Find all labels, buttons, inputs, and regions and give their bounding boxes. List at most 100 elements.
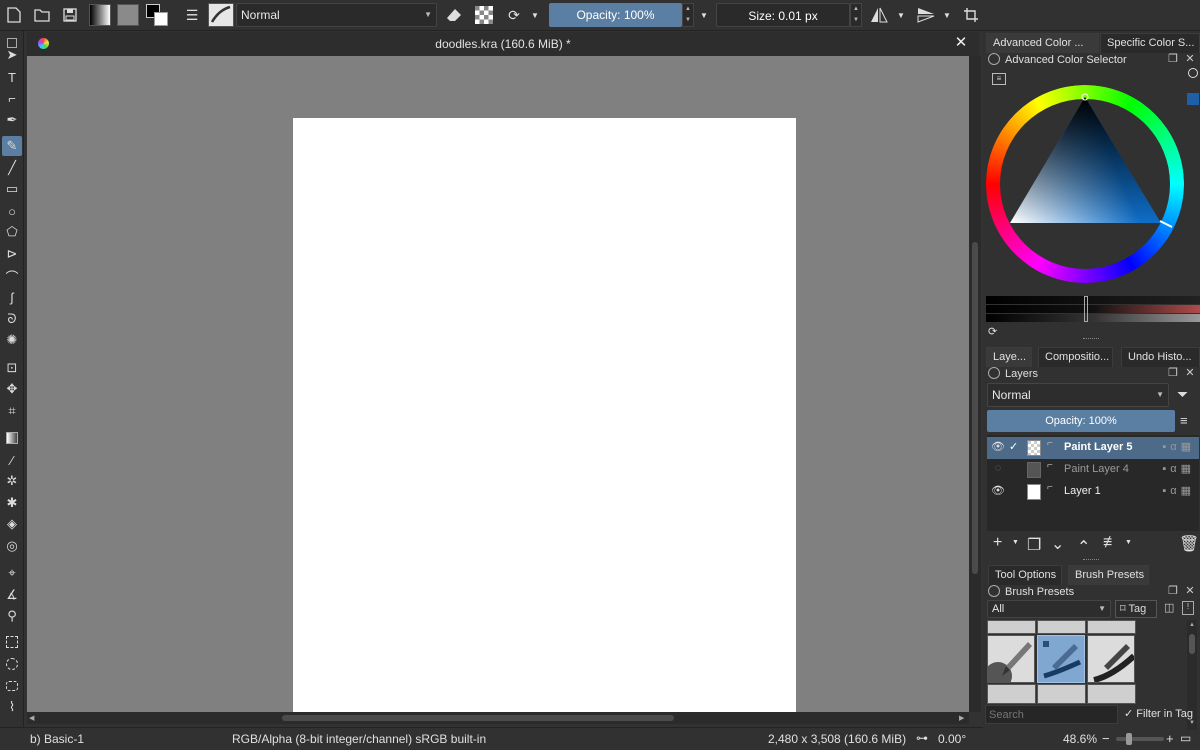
zoom-out-icon[interactable]: − [1102, 731, 1110, 746]
mirror-horizontal-icon[interactable] [868, 4, 890, 26]
rectangular-select-icon[interactable] [2, 632, 22, 652]
delete-layer-icon[interactable]: 🗑 [1179, 534, 1199, 554]
wrap-around-icon[interactable] [960, 4, 982, 26]
freehand-select-icon[interactable]: ⌇ [2, 697, 22, 717]
brush-search-input[interactable] [985, 705, 1118, 724]
layer-blend-mode-select[interactable]: Normal ▼ [987, 383, 1169, 407]
freehand-path-icon[interactable]: ʃ [2, 287, 22, 307]
multibrush-icon[interactable]: ✺ [2, 330, 22, 350]
color-picker-icon[interactable]: ⁄ [2, 450, 22, 470]
lock-icon[interactable] [988, 53, 1000, 65]
tab-specific-color[interactable]: Specific Color S... [1100, 33, 1200, 53]
crop-tool-icon[interactable]: ⌗ [2, 401, 22, 421]
preset-view-options-icon[interactable]: ◫ [1164, 601, 1174, 614]
rotation-icon[interactable]: ⊶ [912, 731, 932, 745]
horizontal-scrollbar[interactable]: ◀ ▶ [27, 712, 969, 724]
colorize-mask-icon[interactable]: ✱ [2, 493, 22, 513]
brush-preset-item[interactable] [1087, 635, 1135, 683]
vertical-scrollbar[interactable] [969, 56, 981, 712]
chevron-down-icon[interactable]: ▼ [1125, 539, 1132, 546]
scroll-left-icon[interactable]: ◀ [29, 714, 34, 722]
chevron-down-icon[interactable]: ▼ [529, 4, 541, 26]
float-panel-icon[interactable]: ❐ [1167, 585, 1179, 597]
status-brush-preset[interactable]: b) Basic-1 [30, 732, 84, 746]
polyline-tool-icon[interactable]: ⊳ [2, 244, 22, 264]
move-layer-up-icon[interactable]: ⌃ [1077, 537, 1090, 557]
preserve-alpha-icon[interactable] [475, 6, 493, 24]
reference-tool-icon[interactable]: ∡ [2, 585, 22, 605]
layer-properties-icons[interactable]: ▪α▦ [1162, 484, 1195, 497]
mirror-vertical-icon[interactable] [915, 4, 937, 26]
status-rotation[interactable]: 0.00° [938, 732, 966, 746]
chevron-down-icon[interactable]: ▼ [895, 4, 907, 26]
blend-mode-select[interactable]: Normal ▼ [236, 3, 437, 27]
color-settings-icon[interactable]: ≡ [992, 73, 1006, 85]
dynamic-brush-icon[interactable]: ᘐ [2, 309, 22, 329]
assistant-tool-icon[interactable]: ◎ [2, 536, 22, 556]
layer-name[interactable]: Paint Layer 5 [1064, 441, 1132, 453]
scrollbar-thumb[interactable] [972, 242, 978, 574]
zoom-in-icon[interactable]: + [1166, 731, 1174, 746]
eraser-icon[interactable] [443, 4, 465, 26]
visibility-eye-icon[interactable]: 👁 [990, 484, 1006, 500]
reload-preset-icon[interactable]: ⟳ [503, 4, 525, 26]
close-panel-icon[interactable]: ✕ [1184, 53, 1196, 65]
scroll-up-icon[interactable]: ▲ [1189, 622, 1195, 628]
float-panel-icon[interactable]: ❐ [1167, 367, 1179, 379]
size-spin-buttons[interactable]: ▲ ▼ [850, 3, 862, 27]
brush-filter-select[interactable]: All ▼ [987, 600, 1111, 618]
brush-preset-item[interactable] [1037, 620, 1086, 634]
close-panel-icon[interactable]: ✕ [1184, 367, 1196, 379]
canvas-area[interactable] [27, 56, 969, 712]
tag-button[interactable]: ⌑ Tag [1115, 600, 1157, 618]
lock-icon[interactable] [988, 585, 1000, 597]
calligraphy-icon[interactable]: ✒ [2, 110, 22, 130]
fit-screen-icon[interactable]: ▭ [1180, 731, 1191, 745]
layer-properties-icons[interactable]: ▪α▦ [1162, 462, 1195, 475]
tab-advanced-color[interactable]: Advanced Color ... [986, 33, 1099, 53]
save-icon[interactable] [59, 4, 81, 26]
color-value-strips[interactable] [986, 296, 1200, 322]
transform-tool-icon[interactable]: ⊡ [2, 358, 22, 378]
hidden-eye-icon[interactable]: ◌ [990, 462, 1006, 478]
scrollbar-thumb[interactable] [282, 715, 674, 721]
rectangle-tool-icon[interactable]: ▭ [2, 179, 22, 199]
tab-layers[interactable]: Laye... [986, 347, 1032, 367]
layer-row[interactable]: 👁 ✓ ⌐ Paint Layer 5 ▪α▦ [987, 437, 1199, 459]
layer-properties-icon[interactable]: ≢ [1103, 534, 1119, 552]
move-tool-icon[interactable]: ✥ [2, 379, 22, 399]
tab-brush-presets[interactable]: Brush Presets [1068, 565, 1149, 585]
scrollbar-thumb[interactable] [1189, 634, 1195, 654]
layer-name[interactable]: Paint Layer 4 [1064, 463, 1129, 475]
open-folder-icon[interactable] [31, 4, 53, 26]
zoom-slider[interactable] [1116, 733, 1164, 745]
no-color-icon[interactable] [1188, 68, 1198, 78]
opacity-slider[interactable]: Opacity: 100% [549, 3, 682, 27]
checkmark-icon[interactable]: ✓ [1009, 440, 1023, 456]
line-tool-icon[interactable]: ╱ [2, 158, 22, 178]
brush-preset-item[interactable] [987, 620, 1036, 634]
ellipse-tool-icon[interactable]: ○ [2, 201, 22, 221]
brush-preset-item[interactable] [987, 635, 1035, 683]
bezier-tool-icon[interactable]: ⌒ [2, 266, 22, 286]
smart-patch-icon[interactable]: ✲ [2, 471, 22, 491]
lock-icon[interactable] [988, 367, 1000, 379]
text-tool-icon[interactable]: T [2, 67, 22, 87]
add-layer-icon[interactable]: + [993, 534, 1002, 552]
filter-in-tag-checkbox[interactable]: ✓ Filter in Tag [1124, 707, 1193, 720]
chevron-down-icon[interactable]: ▼ [698, 4, 710, 26]
layer-name[interactable]: Layer 1 [1064, 485, 1101, 497]
select-shapes-icon[interactable]: ➤ [2, 45, 22, 65]
visibility-eye-icon[interactable]: 👁 [990, 440, 1006, 456]
polygonal-select-icon[interactable] [2, 676, 22, 696]
panel-splitter[interactable] [1083, 338, 1099, 340]
scroll-down-icon[interactable]: ▼ [1189, 720, 1195, 726]
pan-pin-icon[interactable]: ⚲ [2, 606, 22, 626]
color-wheel[interactable] [986, 85, 1184, 283]
brush-preset-item[interactable] [1087, 620, 1136, 634]
scroll-right-icon[interactable]: ▶ [959, 714, 964, 722]
recent-color-swatch[interactable] [1187, 93, 1199, 105]
fill-tool-icon[interactable]: ◈ [2, 514, 22, 534]
brush-preset-item[interactable] [1037, 684, 1086, 704]
float-panel-icon[interactable]: ❐ [1167, 53, 1179, 65]
